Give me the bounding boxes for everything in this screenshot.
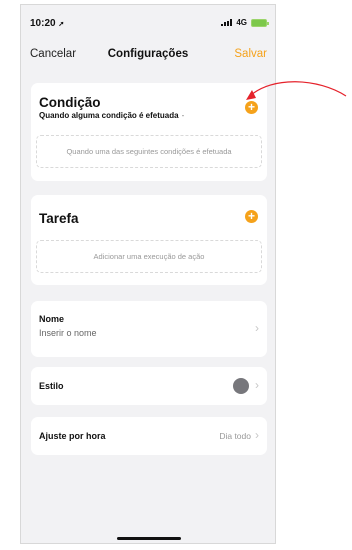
condition-mode-selector[interactable]: Quando alguma condição é efetuada - <box>39 111 184 120</box>
home-indicator <box>117 537 181 540</box>
add-task-button[interactable]: + <box>245 210 258 223</box>
add-condition-placeholder[interactable]: Quando uma das seguintes condições é efe… <box>36 135 262 168</box>
nav-bar: Cancelar Configurações Salvar <box>21 43 275 67</box>
name-row[interactable]: Nome Inserir o nome › <box>31 301 267 357</box>
task-title: Tarefa <box>39 211 79 226</box>
condition-title: Condição <box>39 95 101 110</box>
condition-card: Condição Quando alguma condição é efetua… <box>31 83 267 181</box>
style-label: Estilo <box>39 381 64 391</box>
phone-screen: 10:20 ➚ 4G Cancelar Configurações Salvar… <box>20 4 276 544</box>
chevron-right-icon: › <box>255 321 259 335</box>
task-card: Tarefa + Adicionar uma execução de ação <box>31 195 267 285</box>
schedule-value: Dia todo <box>219 431 251 441</box>
network-type: 4G <box>236 18 247 27</box>
chevron-right-icon: › <box>255 378 259 392</box>
status-bar: 10:20 ➚ 4G <box>21 5 275 35</box>
style-row[interactable]: Estilo › <box>31 367 267 405</box>
add-condition-button[interactable]: + <box>245 101 258 114</box>
status-time-text: 10:20 <box>30 18 56 29</box>
battery-icon <box>251 18 269 27</box>
signal-bars-icon <box>221 19 233 26</box>
location-arrow-icon: ➚ <box>58 21 65 28</box>
dropdown-icon: - <box>181 111 185 120</box>
save-button[interactable]: Salvar <box>234 48 267 60</box>
plus-circle-icon: + <box>247 209 255 223</box>
add-task-placeholder[interactable]: Adicionar uma execução de ação <box>36 240 262 273</box>
condition-mode-label: Quando alguma condição é efetuada <box>39 111 179 120</box>
schedule-row[interactable]: Ajuste por hora Dia todo › <box>31 417 267 455</box>
style-color-swatch <box>233 378 249 394</box>
status-time: 10:20 ➚ <box>30 18 64 29</box>
status-indicators: 4G <box>221 18 269 27</box>
chevron-right-icon: › <box>255 428 259 442</box>
plus-circle-icon: + <box>247 100 255 114</box>
schedule-label: Ajuste por hora <box>39 431 106 441</box>
name-value: Inserir o nome <box>39 328 97 338</box>
name-label: Nome <box>39 314 65 324</box>
